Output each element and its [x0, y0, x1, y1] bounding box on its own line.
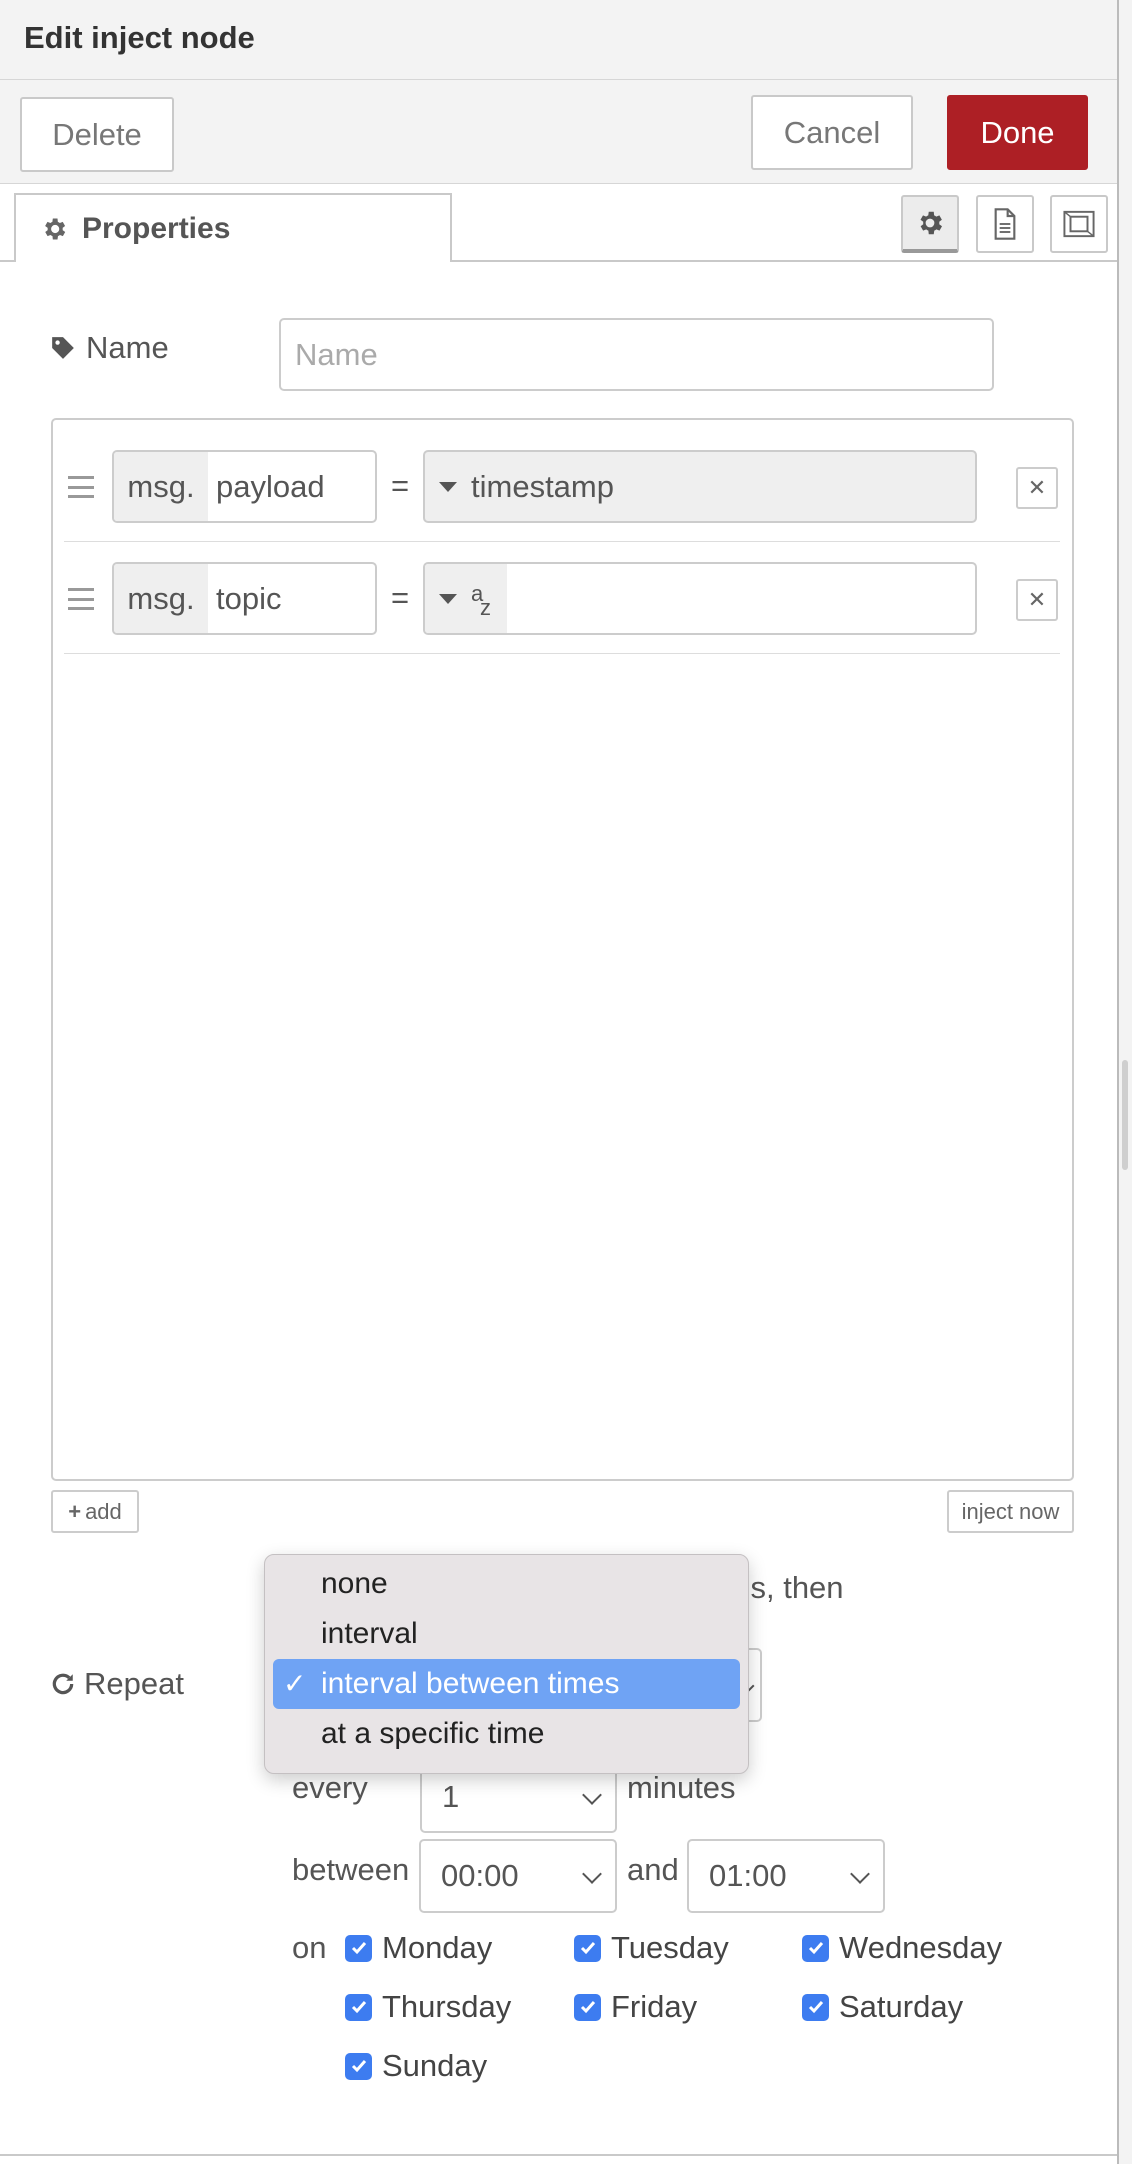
equals-sign: = [391, 580, 410, 615]
on-label: on [292, 1930, 327, 1965]
day-label: Sunday [382, 2048, 488, 2083]
repeat-option-interval[interactable]: interval [273, 1609, 740, 1659]
tag-icon [52, 337, 74, 359]
checkbox-checked-icon [345, 1934, 372, 1962]
name-label: Name [50, 330, 169, 366]
bottom-divider [0, 2154, 1117, 2156]
gear-icon [45, 218, 66, 239]
property-name-field[interactable]: msg. payload [112, 450, 377, 523]
day-saturday-checkbox[interactable]: Saturday [802, 1989, 963, 2025]
day-thursday-checkbox[interactable]: Thursday [345, 1989, 511, 2025]
name-input[interactable] [279, 318, 994, 391]
day-wednesday-checkbox[interactable]: Wednesday [802, 1930, 1002, 1966]
repeat-dropdown-menu: none interval ✓ interval between times a… [264, 1554, 749, 1774]
document-icon [994, 208, 1016, 240]
repeat-option-none[interactable]: none [273, 1559, 740, 1609]
node-appearance-icon [1063, 210, 1095, 238]
checkbox-checked-icon [574, 1993, 601, 2021]
repeat-option-specific-time[interactable]: at a specific time [273, 1709, 740, 1759]
plus-icon: + [68, 1498, 82, 1524]
remove-property-button[interactable]: ✕ [1016, 579, 1058, 621]
delete-button[interactable]: Delete [20, 97, 174, 172]
drag-handle-icon[interactable] [68, 588, 94, 610]
day-label: Thursday [382, 1989, 512, 2024]
caret-down-icon [439, 481, 457, 492]
property-type-value: timestamp [471, 468, 614, 504]
property-value-field[interactable]: timestamp [423, 450, 977, 523]
tab-properties[interactable]: Properties [14, 193, 452, 262]
equals-sign: = [391, 468, 410, 503]
between-end-select[interactable]: 01:00 [687, 1839, 885, 1913]
scrollbar-thumb[interactable] [1122, 1060, 1128, 1170]
property-name-value: payload [216, 468, 325, 504]
gear-icon [920, 211, 942, 235]
close-icon: ✕ [1027, 587, 1047, 612]
caret-down-icon [439, 593, 457, 604]
between-start-select[interactable]: 00:00 [419, 1839, 617, 1913]
and-label: and [627, 1852, 679, 1887]
checkbox-checked-icon [574, 1934, 601, 1962]
checkmark-icon: ✓ [283, 1668, 307, 1699]
row-divider [64, 541, 1060, 542]
property-value-field[interactable]: a z [423, 562, 977, 635]
minutes-label: minutes [627, 1770, 736, 1805]
day-label: Friday [611, 1989, 698, 2024]
remove-property-button[interactable]: ✕ [1016, 467, 1058, 509]
name-label-text: Name [86, 330, 169, 365]
day-label: Tuesday [611, 1930, 729, 1965]
dialog-title: Edit inject node [24, 20, 255, 55]
cancel-button[interactable]: Cancel [751, 95, 913, 170]
msg-prefix: msg. [114, 452, 208, 521]
refresh-icon [52, 1673, 74, 1695]
close-icon: ✕ [1027, 475, 1047, 500]
checkbox-checked-icon [802, 1993, 829, 2021]
day-label: Monday [382, 1930, 493, 1965]
repeat-label-text: Repeat [84, 1666, 184, 1701]
checkbox-checked-icon [345, 1993, 372, 2021]
day-tuesday-checkbox[interactable]: Tuesday [574, 1930, 729, 1966]
tab-appearance[interactable] [1050, 195, 1108, 253]
add-label: add [85, 1498, 122, 1524]
tab-description[interactable] [976, 195, 1034, 253]
day-label: Saturday [839, 1989, 964, 2024]
msg-prefix: msg. [114, 564, 208, 633]
property-name-value: topic [216, 580, 282, 616]
string-type-icon: a z [471, 580, 491, 620]
every-label: every [292, 1770, 368, 1805]
day-sunday-checkbox[interactable]: Sunday [345, 2048, 487, 2084]
checkbox-checked-icon [802, 1934, 829, 1962]
done-button[interactable]: Done [947, 95, 1088, 170]
day-label: Wednesday [839, 1930, 1003, 1965]
day-friday-checkbox[interactable]: Friday [574, 1989, 697, 2025]
repeat-label: Repeat [50, 1666, 184, 1702]
checkbox-checked-icon [345, 2052, 372, 2080]
between-label: between [292, 1852, 410, 1887]
day-monday-checkbox[interactable]: Monday [345, 1930, 492, 1966]
row-divider [64, 653, 1060, 654]
tab-settings[interactable] [901, 195, 959, 253]
add-property-button[interactable]: + add [51, 1490, 139, 1533]
repeat-option-interval-between-times[interactable]: ✓ interval between times [273, 1659, 740, 1709]
inject-now-button[interactable]: inject now [947, 1490, 1074, 1533]
type-selector[interactable]: a z [425, 564, 507, 633]
property-name-field[interactable]: msg. topic [112, 562, 377, 635]
drag-handle-icon[interactable] [68, 476, 94, 498]
tab-properties-label: Properties [82, 211, 231, 245]
